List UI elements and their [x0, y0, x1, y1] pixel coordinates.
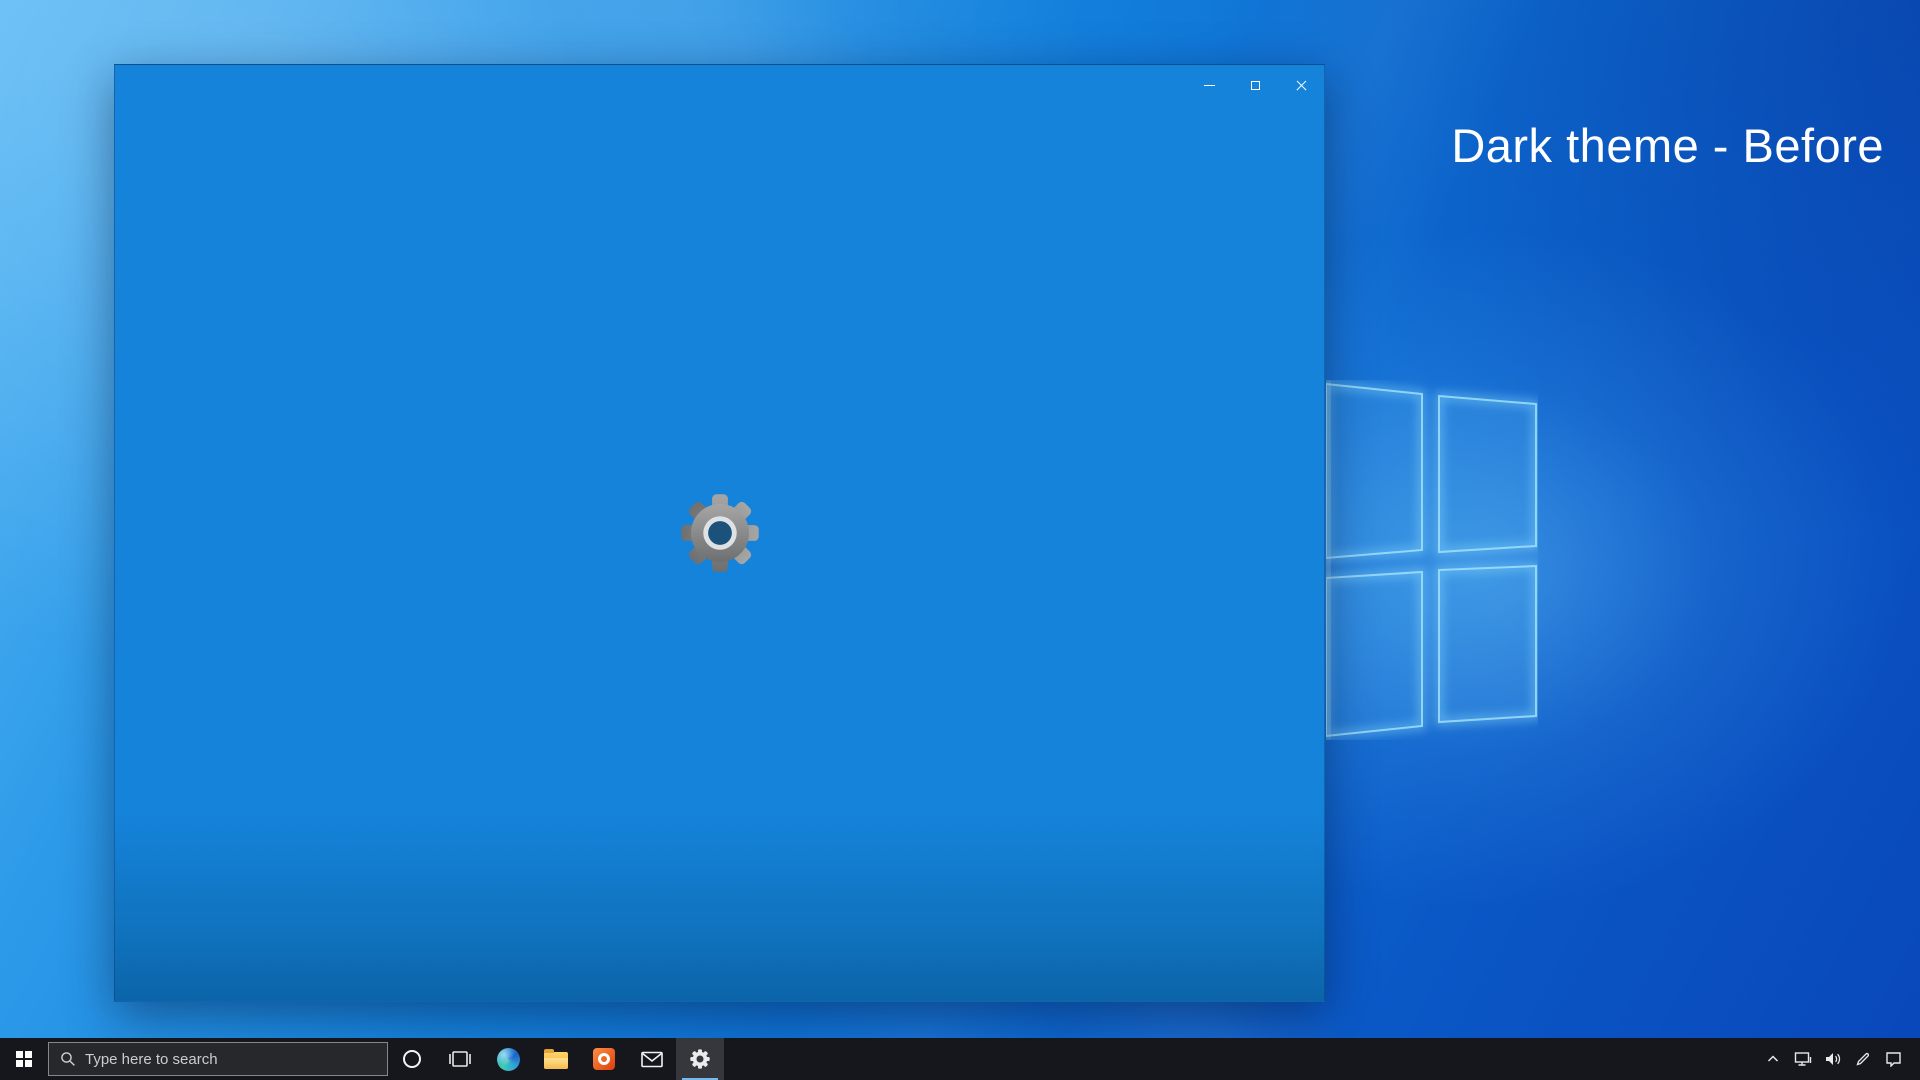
settings-window	[114, 64, 1325, 1002]
search-placeholder: Type here to search	[85, 1051, 218, 1068]
close-icon	[1295, 79, 1308, 92]
settings-splash	[115, 65, 1324, 1001]
mail-icon	[641, 1051, 663, 1068]
taskbar-mail-button[interactable]	[628, 1038, 676, 1080]
settings-gear-splash-icon	[676, 489, 764, 577]
edge-browser-icon	[497, 1048, 520, 1071]
task-view-icon	[448, 1049, 472, 1069]
tray-action-center-button[interactable]	[1878, 1038, 1908, 1080]
minimize-button[interactable]	[1186, 65, 1232, 105]
settings-gear-icon	[689, 1048, 711, 1070]
search-input[interactable]: Type here to search	[48, 1042, 388, 1076]
windows-wallpaper-logo-icon	[1326, 380, 1538, 740]
taskbar-cortana-button[interactable]	[388, 1038, 436, 1080]
close-button[interactable]	[1278, 65, 1324, 105]
overlay-caption: Dark theme - Before	[1451, 118, 1884, 173]
windows-start-icon	[16, 1051, 32, 1067]
network-icon	[1794, 1051, 1812, 1067]
taskbar-task-view-button[interactable]	[436, 1038, 484, 1080]
search-icon	[60, 1051, 76, 1067]
tray-volume-button[interactable]	[1818, 1038, 1848, 1080]
maximize-icon	[1251, 81, 1260, 90]
cortana-icon	[403, 1050, 421, 1068]
titlebar[interactable]	[115, 65, 1324, 105]
maximize-button[interactable]	[1232, 65, 1278, 105]
pen-icon	[1855, 1051, 1871, 1067]
chevron-up-icon	[1767, 1055, 1779, 1063]
volume-icon	[1824, 1051, 1842, 1067]
action-center-icon	[1885, 1051, 1902, 1067]
taskbar: Type here to search	[0, 1038, 1920, 1080]
taskbar-edge-button[interactable]	[484, 1038, 532, 1080]
tray-windows-ink-button[interactable]	[1848, 1038, 1878, 1080]
taskbar-settings-button[interactable]	[676, 1038, 724, 1080]
start-button[interactable]	[0, 1038, 48, 1080]
office-icon	[593, 1048, 615, 1070]
tray-network-button[interactable]	[1788, 1038, 1818, 1080]
taskbar-file-explorer-button[interactable]	[532, 1038, 580, 1080]
desktop: Dark theme - Before	[0, 0, 1920, 1080]
file-explorer-icon	[544, 1052, 568, 1069]
tray-hidden-icons-button[interactable]	[1758, 1038, 1788, 1080]
taskbar-office-button[interactable]	[580, 1038, 628, 1080]
minimize-icon	[1204, 85, 1215, 86]
system-tray	[1758, 1038, 1920, 1080]
